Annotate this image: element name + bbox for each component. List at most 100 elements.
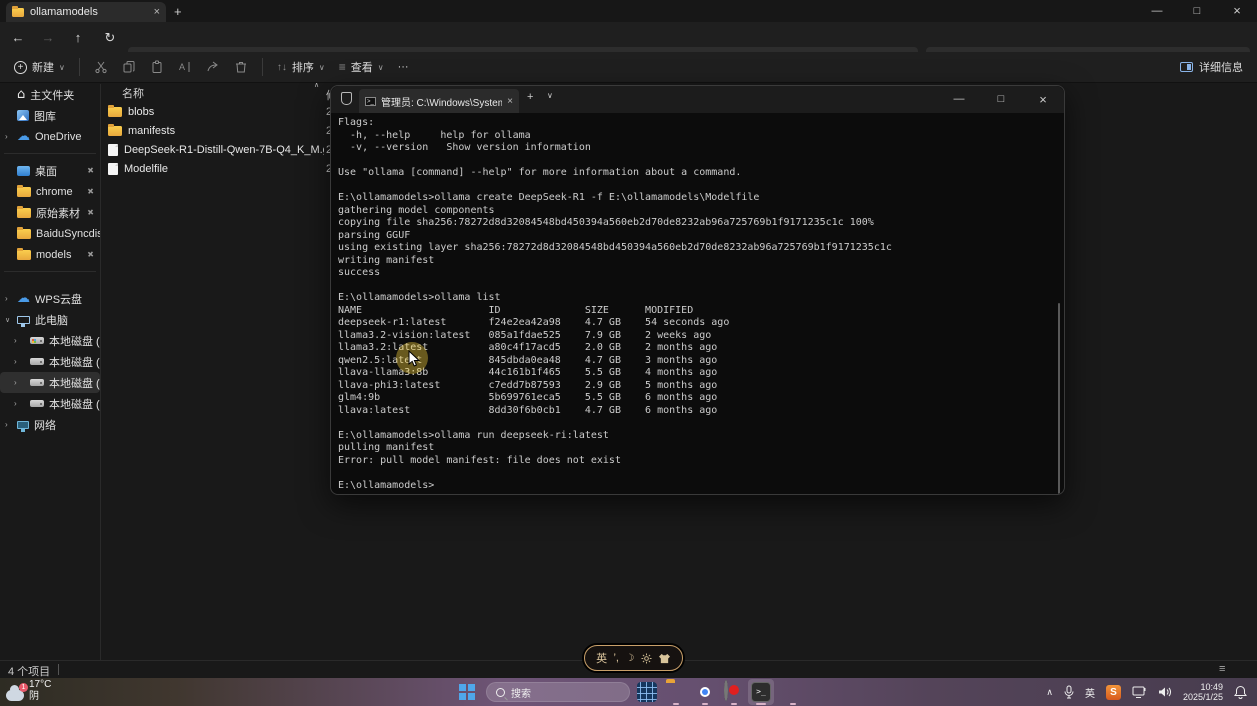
weather-alert-badge: 1 bbox=[19, 683, 28, 692]
taskbar-weather-widget[interactable]: 1 17°C阴 bbox=[6, 679, 51, 703]
file-list: 名称 ∧ 修 blobs2 manifests2 DeepSeek-R1-Dis… bbox=[104, 84, 334, 178]
new-button-label: 新建 bbox=[32, 59, 54, 75]
share-button[interactable] bbox=[206, 60, 220, 74]
taskbar-file-explorer-icon[interactable] bbox=[666, 682, 686, 702]
details-view-toggle[interactable]: ≡ bbox=[1219, 664, 1231, 675]
cut-button[interactable] bbox=[94, 60, 108, 74]
back-button[interactable]: ← bbox=[6, 26, 30, 50]
file-row-gguf[interactable]: DeepSeek-R1-Distill-Qwen-7B-Q4_K_M.gguf2 bbox=[104, 140, 334, 159]
ime-punctuation-toggle[interactable]: ’, bbox=[613, 652, 619, 664]
view-button-label: 查看 bbox=[351, 59, 373, 75]
new-button[interactable]: + 新建 ∨ bbox=[14, 59, 65, 75]
sidebar-item-wps-cloud[interactable]: ›☁WPS云盘 bbox=[0, 288, 100, 309]
sidebar-item-drive-c[interactable]: ›本地磁盘 (C:) bbox=[0, 330, 100, 351]
explorer-tab[interactable]: ollamamodels × bbox=[6, 2, 166, 22]
home-icon: ⌂ bbox=[17, 89, 25, 101]
taskbar-search-box[interactable]: 搜索 bbox=[486, 682, 630, 702]
tab-close-icon[interactable]: × bbox=[154, 6, 160, 18]
sidebar-item-baidusyncdisk[interactable]: BaiduSyncdisk✚ bbox=[0, 223, 100, 244]
view-button[interactable]: ≡ 查看 ∨ bbox=[339, 59, 384, 75]
folder-icon bbox=[108, 126, 122, 136]
terminal-tab-close-icon[interactable]: × bbox=[507, 96, 513, 107]
details-pane-button[interactable]: 详细信息 bbox=[1180, 59, 1243, 75]
sidebar-item-this-pc[interactable]: ∨此电脑 bbox=[0, 309, 100, 330]
terminal-scrollbar[interactable] bbox=[1058, 303, 1060, 494]
sidebar-item-models[interactable]: models✚ bbox=[0, 244, 100, 265]
chevron-down-icon[interactable]: ∨ bbox=[5, 316, 10, 324]
refresh-button[interactable]: ↻ bbox=[98, 26, 122, 50]
chevron-right-icon[interactable]: › bbox=[14, 378, 17, 387]
sidebar-item-home[interactable]: ⌂主文件夹 bbox=[0, 84, 100, 105]
column-header-name[interactable]: 名称 ∧ 修 bbox=[104, 84, 334, 102]
sogou-input-icon[interactable]: S bbox=[1106, 685, 1121, 700]
cast-display-icon[interactable] bbox=[1132, 686, 1147, 699]
file-icon bbox=[108, 163, 118, 175]
terminal-title-bar[interactable]: >_ 管理员: C:\Windows\System32 × + ∨ — □ × bbox=[331, 86, 1064, 113]
sidebar-divider bbox=[4, 271, 96, 272]
taskbar-terminal-icon[interactable]: >_ bbox=[751, 682, 771, 702]
terminal-tab[interactable]: >_ 管理员: C:\Windows\System32 × bbox=[359, 89, 519, 113]
sidebar-item-onedrive[interactable]: ›☁OneDrive bbox=[0, 126, 100, 147]
explorer-close-button[interactable]: × bbox=[1217, 0, 1257, 22]
chevron-down-icon: ∨ bbox=[59, 63, 65, 72]
ime-lang-toggle[interactable]: 英 bbox=[596, 650, 607, 666]
forward-button[interactable]: → bbox=[36, 26, 60, 50]
terminal-body[interactable]: Flags: -h, --help help for ollama -v, --… bbox=[331, 113, 1064, 494]
start-button[interactable] bbox=[459, 684, 475, 700]
more-options-button[interactable]: ··· bbox=[398, 61, 409, 73]
sidebar-item-desktop[interactable]: 桌面✚ bbox=[0, 160, 100, 181]
ime-skin-shirt-icon[interactable] bbox=[658, 653, 671, 664]
sidebar-item-raw-material[interactable]: 原始素材✚ bbox=[0, 202, 100, 223]
taskbar-notepad-icon[interactable] bbox=[783, 682, 803, 702]
sidebar-item-drive-e[interactable]: ›本地磁盘 (E:) bbox=[0, 372, 100, 393]
file-row-blobs[interactable]: blobs2 bbox=[104, 102, 334, 121]
terminal-output[interactable]: Flags: -h, --help help for ollama -v, --… bbox=[338, 117, 892, 492]
sort-button[interactable]: ↑↓ 排序 ∨ bbox=[277, 59, 325, 75]
ime-settings-gear-icon[interactable] bbox=[641, 653, 652, 664]
details-pane-label: 详细信息 bbox=[1199, 59, 1243, 75]
explorer-minimize-button[interactable]: — bbox=[1137, 0, 1177, 22]
chevron-right-icon[interactable]: › bbox=[5, 132, 8, 141]
file-row-manifests[interactable]: manifests2 bbox=[104, 121, 334, 140]
taskbar-recorder-icon[interactable] bbox=[724, 680, 728, 701]
copy-button[interactable] bbox=[122, 60, 136, 74]
notification-bell-icon[interactable] bbox=[1234, 685, 1247, 699]
running-indicator-active bbox=[756, 703, 766, 705]
file-row-modelfile[interactable]: Modelfile2 bbox=[104, 159, 334, 178]
chevron-right-icon[interactable]: › bbox=[5, 294, 8, 303]
chevron-right-icon[interactable]: › bbox=[5, 420, 8, 429]
microphone-icon[interactable] bbox=[1064, 685, 1074, 699]
terminal-maximize-button[interactable]: □ bbox=[980, 86, 1022, 113]
ime-fullwidth-moon-icon[interactable]: ☽ bbox=[625, 653, 634, 664]
status-divider bbox=[58, 664, 59, 675]
running-indicator bbox=[702, 703, 708, 705]
rename-button[interactable]: A bbox=[178, 60, 192, 74]
desktop-icon bbox=[17, 166, 30, 176]
sidebar-item-chrome[interactable]: chrome✚ bbox=[0, 181, 100, 202]
sidebar-item-network[interactable]: ›网络 bbox=[0, 414, 100, 435]
taskbar-clock[interactable]: 10:492025/1/25 bbox=[1183, 682, 1223, 703]
new-tab-button[interactable]: + bbox=[174, 4, 182, 19]
drive-d-icon bbox=[30, 358, 44, 365]
paste-button[interactable] bbox=[150, 60, 164, 74]
speaker-icon[interactable] bbox=[1158, 686, 1172, 698]
weather-cloud-icon: 1 bbox=[6, 690, 24, 701]
input-language-indicator[interactable]: 英 bbox=[1085, 685, 1095, 700]
terminal-minimize-button[interactable]: — bbox=[938, 86, 980, 113]
terminal-new-tab-button[interactable]: + bbox=[527, 91, 533, 103]
ime-toolbar[interactable]: 英 ’, ☽ bbox=[584, 645, 683, 671]
chevron-right-icon[interactable]: › bbox=[14, 336, 17, 345]
explorer-restore-button[interactable]: □ bbox=[1177, 0, 1217, 22]
sidebar-item-gallery[interactable]: 图库 bbox=[0, 105, 100, 126]
up-button[interactable]: ↑ bbox=[66, 26, 90, 50]
chevron-right-icon[interactable]: › bbox=[14, 357, 17, 366]
tray-chevron-up-icon[interactable]: ∧ bbox=[1046, 687, 1053, 698]
taskbar-calculator-icon[interactable] bbox=[637, 682, 657, 702]
sidebar-item-drive-d[interactable]: ›本地磁盘 (D:) bbox=[0, 351, 100, 372]
sidebar-item-drive-f[interactable]: ›本地磁盘 (F:) bbox=[0, 393, 100, 414]
terminal-close-button[interactable]: × bbox=[1022, 86, 1064, 113]
delete-button[interactable] bbox=[234, 60, 248, 74]
chevron-right-icon[interactable]: › bbox=[14, 399, 17, 408]
terminal-tab-dropdown[interactable]: ∨ bbox=[547, 91, 553, 100]
drive-e-icon bbox=[30, 379, 44, 386]
